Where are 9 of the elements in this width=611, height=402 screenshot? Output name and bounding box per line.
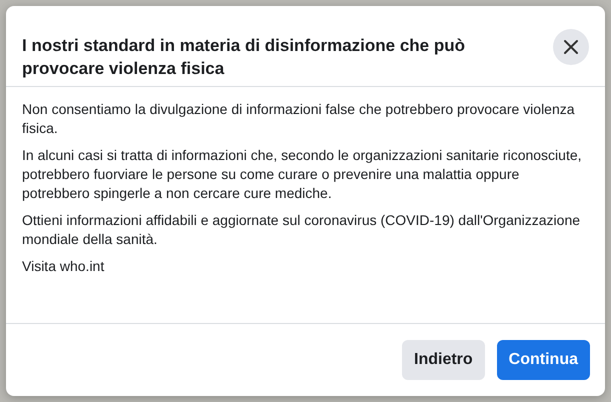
dialog-title: I nostri standard in materia di disinformazione che può provocare violenza fisica (22, 35, 466, 80)
body-paragraph: Non consentiamo la divulgazione di informazioni false che potrebbero provocare violenza fisica. (22, 100, 576, 138)
body-paragraph: Ottieni informazioni affidabili e aggiornate sul coronavirus (COVID-19) dall'Organizzazione mondiale della sanità. (22, 211, 582, 249)
back-button[interactable]: Indietro (402, 340, 485, 380)
body-paragraph: Visita who.int (22, 257, 106, 276)
continue-button[interactable]: Continua (496, 340, 590, 380)
close-button[interactable] (553, 29, 589, 65)
body-paragraph: In alcuni casi si tratta di informazioni che, secondo le organizzazioni sanitarie riconosciute, potrebbero fuorviare le persone su come curare o prevenire una malattia oppure potrebbero spingerle a non cercare cure mediche. (22, 146, 583, 203)
close-icon (563, 39, 579, 55)
